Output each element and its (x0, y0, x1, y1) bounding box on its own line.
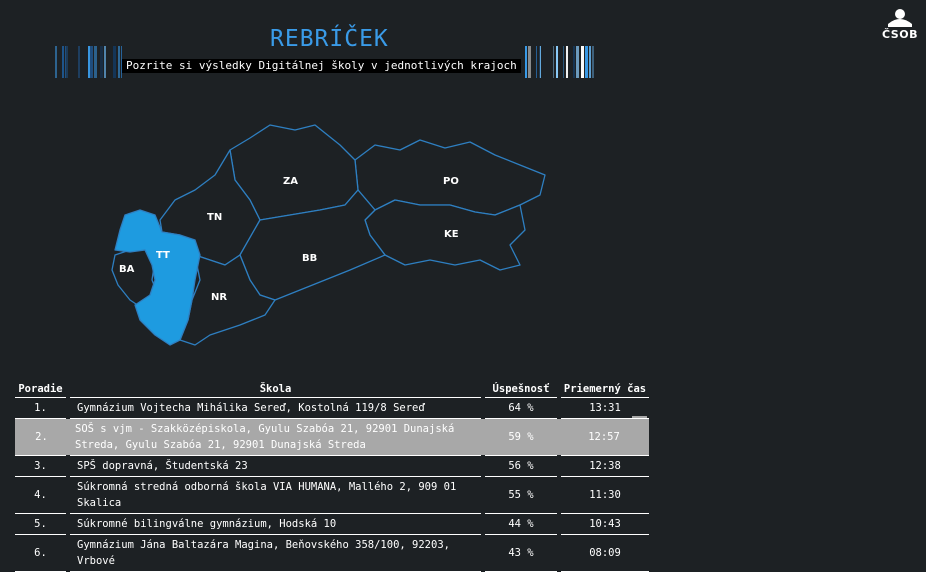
row-time: 10:43 (557, 513, 649, 535)
region-label-nr: NR (211, 292, 227, 303)
row-school: SOŠ s vjm - Szakközépiskola, Gyulu Szabó… (68, 418, 483, 456)
header-time: Priemerný čas (557, 380, 649, 398)
row-school: Súkromné bilingválne gymnázium, Hodská 1… (66, 513, 483, 535)
region-label-po: PO (443, 176, 459, 187)
row-rank: 5. (15, 513, 68, 535)
region-label-ke: KE (444, 229, 459, 240)
row-school: SPŠ dopravná, Študentská 23 (66, 455, 483, 477)
region-label-bb: BB (302, 253, 317, 264)
page-subtitle: Pozrite si výsledky Digitálnej školy v j… (122, 59, 521, 73)
header-success: Úspešnosť (481, 380, 559, 398)
row-rank: 3. (15, 455, 68, 477)
row-rank: 2. (15, 418, 68, 456)
row-success: 64 % (481, 397, 559, 419)
row-time: 08:09 (557, 534, 649, 572)
row-time: 12:57 (559, 418, 649, 456)
table-row[interactable]: 6. Gymnázium Jána Baltazára Magina, Beňo… (15, 534, 649, 572)
row-school: Súkromná stredná odborná škola VIA HUMAN… (66, 476, 483, 514)
slovakia-region-map: ZA PO TN KE BB TT BA NR (111, 124, 546, 346)
header-rank: Poradie (15, 380, 68, 398)
row-school: Gymnázium Jána Baltazára Magina, Beňovsk… (66, 534, 483, 572)
row-time: 12:38 (557, 455, 649, 477)
region-label-tn: TN (207, 212, 222, 223)
region-label-za: ZA (283, 176, 298, 187)
row-rank: 6. (15, 534, 68, 572)
row-time: 13:31 (557, 397, 649, 419)
header-school: Škola (66, 380, 483, 398)
row-time: 11:30 (557, 476, 649, 514)
row-success: 56 % (481, 455, 559, 477)
table-row[interactable]: 4. Súkromná stredná odborná škola VIA HU… (15, 476, 649, 514)
row-success: 59 % (483, 418, 559, 456)
csob-logo-icon (888, 9, 912, 27)
brand-name: ČSOB (882, 28, 918, 41)
ranking-table: Poradie Škola Úspešnosť Priemerný čas 1.… (15, 380, 649, 572)
region-label-tt: TT (156, 250, 170, 261)
row-rank: 1. (15, 397, 68, 419)
table-row[interactable]: 2. SOŠ s vjm - Szakközépiskola, Gyulu Sz… (15, 418, 649, 456)
table-row[interactable]: 1. Gymnázium Vojtecha Mihálika Sereď, Ko… (15, 397, 649, 419)
region-label-ba: BA (119, 264, 135, 275)
row-success: 43 % (481, 534, 559, 572)
row-success: 55 % (481, 476, 559, 514)
row-school: Gymnázium Vojtecha Mihálika Sereď, Kosto… (66, 397, 483, 419)
page-title: REBRÍČEK (270, 26, 389, 52)
row-success: 44 % (481, 513, 559, 535)
table-header-row: Poradie Škola Úspešnosť Priemerný čas (15, 380, 649, 398)
row-rank: 4. (15, 476, 68, 514)
csob-logo: ČSOB (880, 8, 920, 41)
table-row[interactable]: 3. SPŠ dopravná, Študentská 23 56 % 12:3… (15, 455, 649, 477)
table-row[interactable]: 5. Súkromné bilingválne gymnázium, Hodsk… (15, 513, 649, 535)
